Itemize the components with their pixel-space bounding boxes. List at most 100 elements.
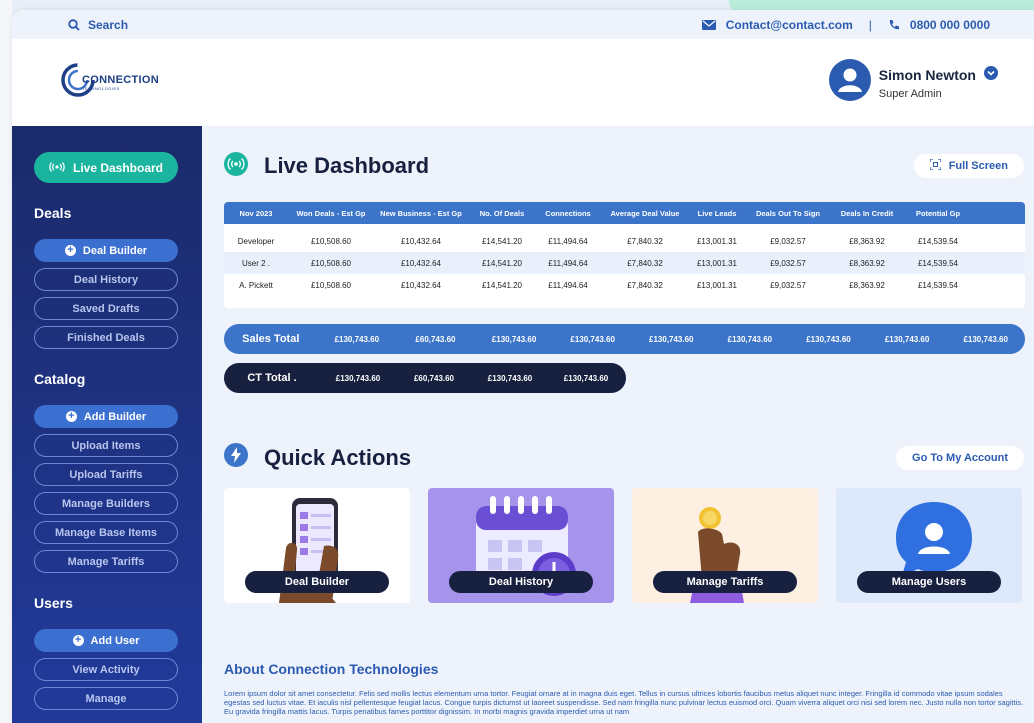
table-cell: £11,494.64: [548, 236, 588, 246]
column-header: Deals Out To Sign: [755, 208, 821, 218]
table-cell: £14,539.54: [917, 236, 959, 246]
card-label: Manage Tariffs: [653, 571, 797, 593]
live-dashboard-button[interactable]: Live Dashboard: [34, 152, 178, 183]
broadcast-icon: [49, 161, 65, 175]
card-deal-history[interactable]: Deal History: [428, 488, 614, 603]
quick-actions-title: Quick Actions: [264, 444, 412, 470]
live-icon: [224, 151, 248, 181]
sales-total-value: £130,743.60: [570, 334, 615, 344]
contact-email[interactable]: Contact@contact.com: [726, 18, 853, 32]
contact-phone[interactable]: 0800 000 0000: [910, 18, 990, 32]
table-cell: £11,494.64: [548, 258, 588, 268]
column-header: Nov 2023: [239, 208, 273, 218]
chevron-down-icon[interactable]: [984, 65, 998, 85]
add-user-button[interactable]: + Add User: [34, 629, 178, 652]
sales-total-value: £130,743.60: [884, 334, 930, 344]
table-cell: Developer: [237, 236, 275, 246]
header: CONNECTION TECHNOLOGIES Simon Newton Sup…: [12, 39, 1034, 126]
main-content: Live Dashboard Full Screen Nov 2023 Won …: [202, 126, 1034, 723]
sales-total-value: £130,743.60: [963, 334, 1008, 344]
add-user-label: Add User: [90, 634, 140, 647]
phone-icon: [888, 19, 900, 31]
logo[interactable]: CONNECTION TECHNOLOGIES: [60, 62, 159, 103]
go-to-account-button[interactable]: Go To My Account: [896, 445, 1024, 470]
lightning-icon: [224, 443, 248, 472]
sidebar-item-upload-items[interactable]: Upload Items: [34, 434, 178, 457]
sidebar-item-saved-drafts[interactable]: Saved Drafts: [34, 297, 178, 320]
card-manage-users[interactable]: Manage Users: [836, 488, 1022, 603]
column-header: Deals In Credit: [840, 208, 894, 218]
logo-name: CONNECTION: [82, 74, 159, 86]
table-cell: £7,840.32: [627, 280, 663, 290]
sidebar-item-upload-tariffs[interactable]: Upload Tariffs: [34, 463, 178, 486]
table-cell: £9,032.57: [770, 236, 806, 246]
ct-total-label: CT Total .: [247, 372, 297, 384]
section-title-catalog: Catalog: [34, 371, 86, 387]
deal-builder-button[interactable]: + Deal Builder: [34, 239, 178, 262]
app-window: Search Contact@contact.com | 0800 000 00…: [12, 10, 1034, 723]
sidebar-item-manage-base-items[interactable]: Manage Base Items: [34, 521, 178, 544]
table-cell: £8,363.92: [849, 258, 885, 268]
sales-total-value: £130,743.60: [727, 334, 773, 344]
table-cell: User 2 .: [241, 258, 270, 268]
table-row[interactable]: A. Pickett £10,508.60 £10,432.64 £14,541…: [224, 274, 1025, 296]
table-cell: £13,001.31: [696, 236, 738, 246]
table-cell: £8,363.92: [849, 236, 885, 246]
card-manage-tariffs[interactable]: Manage Tariffs: [632, 488, 818, 603]
search-link[interactable]: Search: [68, 18, 128, 32]
card-deal-builder[interactable]: Deal Builder: [224, 488, 410, 603]
table-cell: £10,432.64: [400, 258, 442, 268]
column-header: Connections: [545, 208, 591, 218]
table-cell: £10,508.60: [310, 258, 352, 268]
sales-total-value: £60,743.60: [415, 334, 456, 344]
background-panel: [0, 0, 12, 723]
column-header: Won Deals - Est Gp: [296, 208, 366, 218]
ct-total-value: £130,743.60: [563, 373, 609, 383]
column-header: Potential Gp: [915, 208, 961, 218]
table-cell: £14,541.20: [481, 258, 523, 268]
fullscreen-icon: [929, 158, 942, 173]
column-header: Live Leads: [697, 208, 737, 218]
sales-total-value: £130,743.60: [334, 334, 380, 344]
section-title-users: Users: [34, 595, 73, 611]
table-cell: £10,432.64: [400, 280, 442, 290]
column-header: Average Deal Value: [610, 208, 680, 218]
sidebar-item-finished-deals[interactable]: Finished Deals: [34, 326, 178, 349]
table-cell: £10,432.64: [400, 236, 442, 246]
column-header: New Business - Est Gp: [380, 208, 462, 218]
separator: |: [868, 17, 872, 32]
ct-total-value: £130,743.60: [335, 373, 381, 383]
add-builder-button[interactable]: + Add Builder: [34, 405, 178, 428]
sidebar-item-deal-history[interactable]: Deal History: [34, 268, 178, 291]
add-builder-label: Add Builder: [83, 410, 147, 423]
sidebar-item-view-activity[interactable]: View Activity: [34, 658, 178, 681]
sales-total-value: £130,743.60: [491, 334, 537, 344]
sidebar-item-manage-tariffs[interactable]: Manage Tariffs: [34, 550, 178, 573]
table-row[interactable]: User 2 . £10,508.60 £10,432.64 £14,541.2…: [224, 252, 1025, 274]
section-title-deals: Deals: [34, 205, 72, 221]
user-menu[interactable]: Simon Newton Super Admin: [828, 59, 998, 106]
user-name: Simon Newton: [878, 67, 976, 83]
mail-icon: [701, 19, 716, 30]
full-screen-button[interactable]: Full Screen: [913, 154, 1024, 178]
plus-icon: +: [64, 245, 76, 256]
table-cell: £14,541.20: [481, 236, 523, 246]
column-header: No. Of Deals: [479, 208, 525, 218]
card-label: Manage Users: [857, 571, 1001, 593]
table-cell: £10,508.60: [310, 236, 352, 246]
table-row[interactable]: Developer £10,508.60 £10,432.64 £14,541.…: [224, 230, 1025, 252]
search-label: Search: [88, 17, 129, 32]
sidebar-item-manage-builders[interactable]: Manage Builders: [34, 492, 178, 515]
table-cell: £9,032.57: [770, 258, 806, 268]
table-cell: £7,840.32: [627, 258, 663, 268]
ct-total-bar: CT Total . £130,743.60 £60,743.60 £130,7…: [224, 363, 626, 393]
stats-table: Nov 2023 Won Deals - Est Gp New Business…: [224, 202, 1025, 308]
page-title: Live Dashboard: [264, 153, 430, 178]
sidebar-item-manage[interactable]: Manage: [34, 687, 178, 710]
card-label: Deal Builder: [245, 571, 389, 593]
sidebar: Live Dashboard Deals + Deal Builder Deal…: [12, 126, 202, 723]
deal-builder-label: Deal Builder: [82, 244, 148, 257]
sales-total-value: £130,743.60: [806, 334, 851, 344]
table-cell: £8,363.92: [849, 280, 885, 290]
user-role: Super Admin: [878, 87, 942, 100]
